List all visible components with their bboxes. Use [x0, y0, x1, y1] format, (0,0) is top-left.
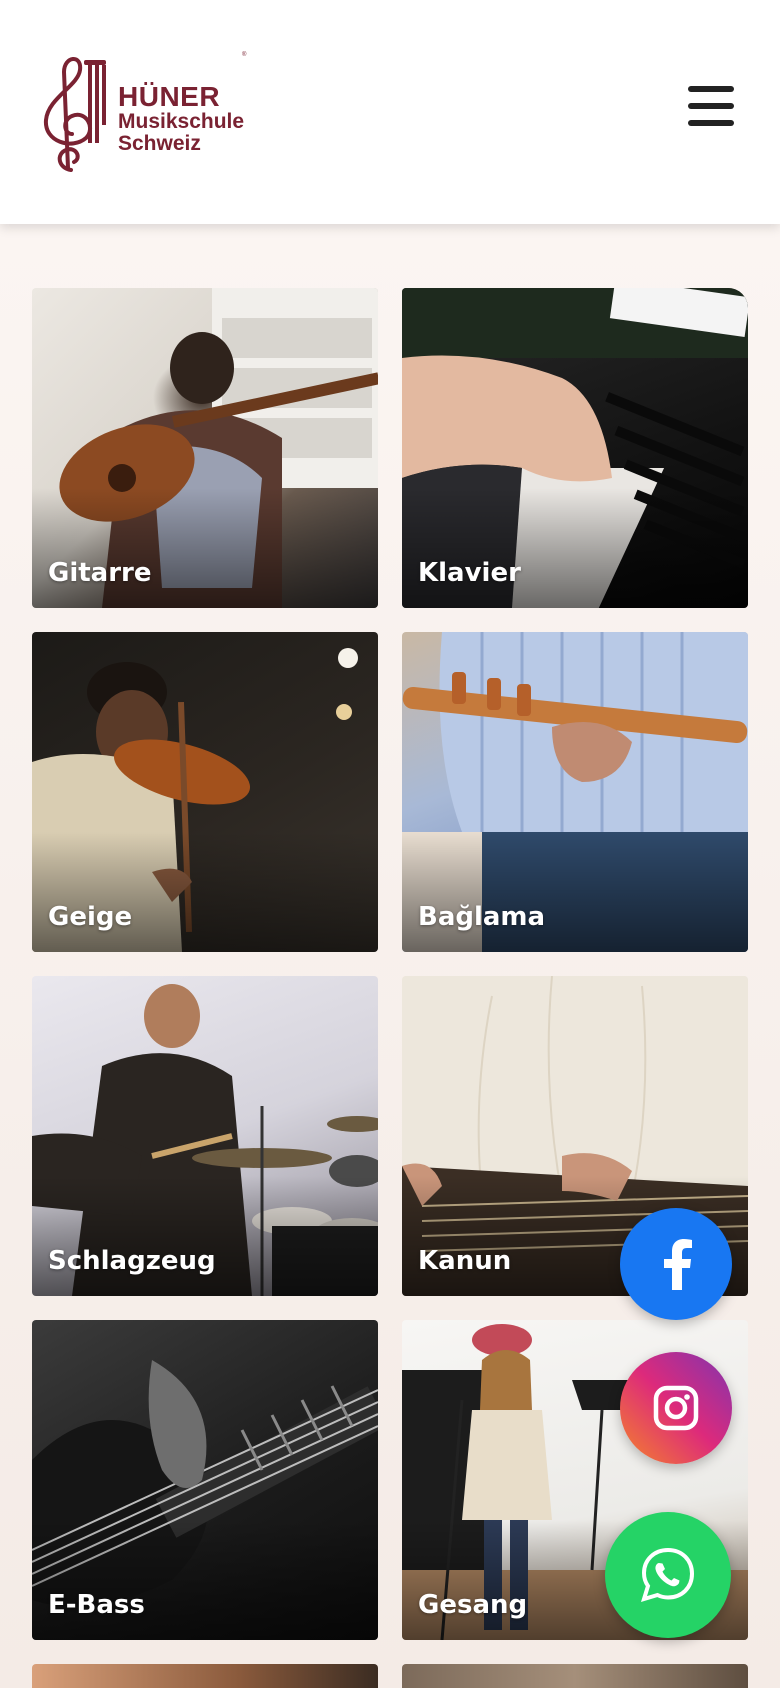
trademark-mark: ® — [242, 52, 247, 58]
instrument-card-gitarre[interactable]: Gitarre — [32, 288, 378, 608]
hamburger-menu-icon — [688, 86, 734, 92]
instrument-label: Gitarre — [48, 558, 152, 588]
instrument-card-next[interactable] — [402, 1664, 748, 1688]
instagram-icon — [653, 1385, 699, 1431]
brand-logo[interactable]: HÜNER Musikschule Schweiz — [38, 50, 258, 180]
instrument-label: Klavier — [418, 558, 521, 588]
whatsapp-icon — [640, 1547, 695, 1602]
instrument-label: Kanun — [418, 1246, 512, 1276]
instrument-card-klavier[interactable]: Klavier — [402, 288, 748, 608]
instagram-button[interactable] — [620, 1352, 732, 1464]
brand-subtitle-line1: Musikschule — [118, 110, 245, 134]
brand-subtitle-line2: Schweiz — [118, 132, 201, 156]
instrument-card-baglama[interactable]: Bağlama — [402, 632, 748, 952]
facebook-icon — [664, 1239, 692, 1290]
instrument-card-geige[interactable]: Geige — [32, 632, 378, 952]
instrument-card-schlagzeug[interactable]: Schlagzeug — [32, 976, 378, 1296]
facebook-button[interactable] — [620, 1208, 732, 1320]
instrument-label: Schlagzeug — [48, 1246, 216, 1276]
instrument-label: Gesang — [418, 1590, 528, 1620]
whatsapp-button[interactable] — [605, 1512, 731, 1638]
instrument-card-next[interactable] — [32, 1664, 378, 1688]
brand-name: HÜNER Musikschule Schweiz — [118, 82, 244, 155]
brand-title: HÜNER — [118, 81, 221, 112]
instrument-card-e-bass[interactable]: E-Bass — [32, 1320, 378, 1640]
hamburger-menu-button[interactable] — [688, 86, 734, 126]
instrument-section: Gitarre Klavier Geige Bağlama Schlagzeug… — [0, 224, 780, 1688]
instrument-label: E-Bass — [48, 1590, 145, 1620]
instrument-label: Bağlama — [418, 902, 546, 932]
site-header: HÜNER Musikschule Schweiz ® — [0, 0, 780, 224]
treble-clef-logo-icon — [43, 57, 106, 172]
instrument-label: Geige — [48, 902, 133, 932]
